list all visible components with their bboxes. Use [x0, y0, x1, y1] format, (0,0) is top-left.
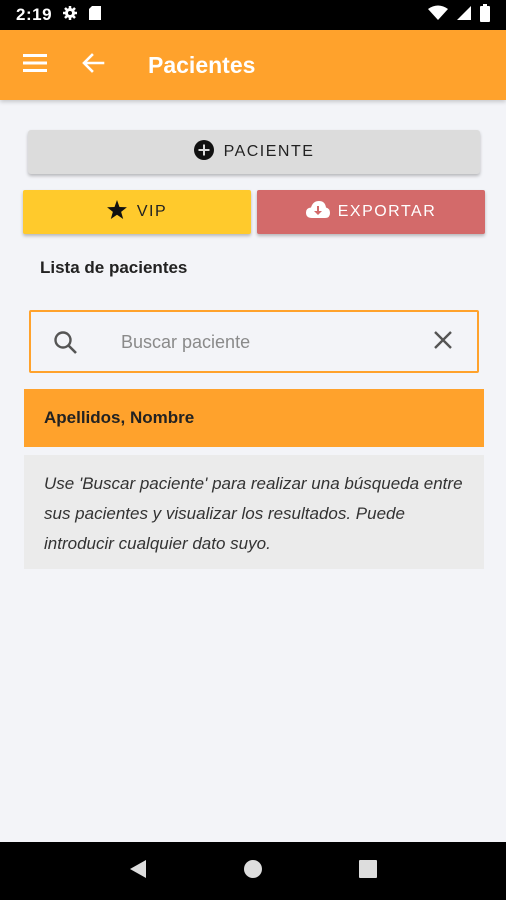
search-icon — [53, 330, 79, 356]
add-patient-label: PACIENTE — [223, 143, 315, 160]
wifi-icon — [428, 5, 448, 26]
nav-home-button[interactable] — [233, 851, 273, 891]
info-message: Use 'Buscar paciente' para realizar una … — [24, 455, 484, 569]
nav-recents-button[interactable] — [348, 851, 388, 891]
vip-label: VIP — [136, 203, 168, 220]
back-triangle-icon — [129, 859, 147, 884]
sd-card-icon — [88, 5, 102, 26]
search-input[interactable] — [121, 322, 421, 362]
app-bar: Pacientes — [0, 30, 506, 100]
recents-square-icon — [359, 859, 378, 883]
export-button[interactable]: EXPORTAR — [257, 190, 485, 234]
back-button[interactable] — [78, 50, 108, 80]
search-box — [29, 310, 479, 373]
status-time: 2:19 — [16, 5, 53, 24]
column-header-name: Apellidos, Nombre — [44, 408, 195, 427]
nav-bar — [0, 842, 506, 900]
vip-button[interactable]: VIP — [23, 190, 251, 234]
clear-search-button[interactable] — [429, 328, 457, 356]
star-icon — [106, 200, 127, 224]
battery-icon — [480, 3, 490, 27]
signal-icon — [456, 5, 472, 26]
nav-back-button[interactable] — [118, 851, 158, 891]
export-label: EXPORTAR — [337, 203, 437, 220]
menu-button[interactable] — [20, 51, 50, 79]
gear-icon — [62, 5, 78, 26]
plus-circle-icon — [193, 139, 214, 165]
table-header: Apellidos, Nombre — [24, 389, 484, 447]
cloud-download-icon — [305, 200, 330, 224]
menu-icon — [23, 53, 47, 78]
back-arrow-icon — [81, 52, 105, 79]
section-title: Lista de pacientes — [40, 258, 188, 277]
add-patient-button[interactable]: PACIENTE — [28, 130, 480, 174]
status-bar: 2:19 — [0, 0, 506, 30]
page-title: Pacientes — [148, 52, 256, 78]
home-circle-icon — [243, 859, 263, 884]
close-icon — [433, 330, 453, 355]
